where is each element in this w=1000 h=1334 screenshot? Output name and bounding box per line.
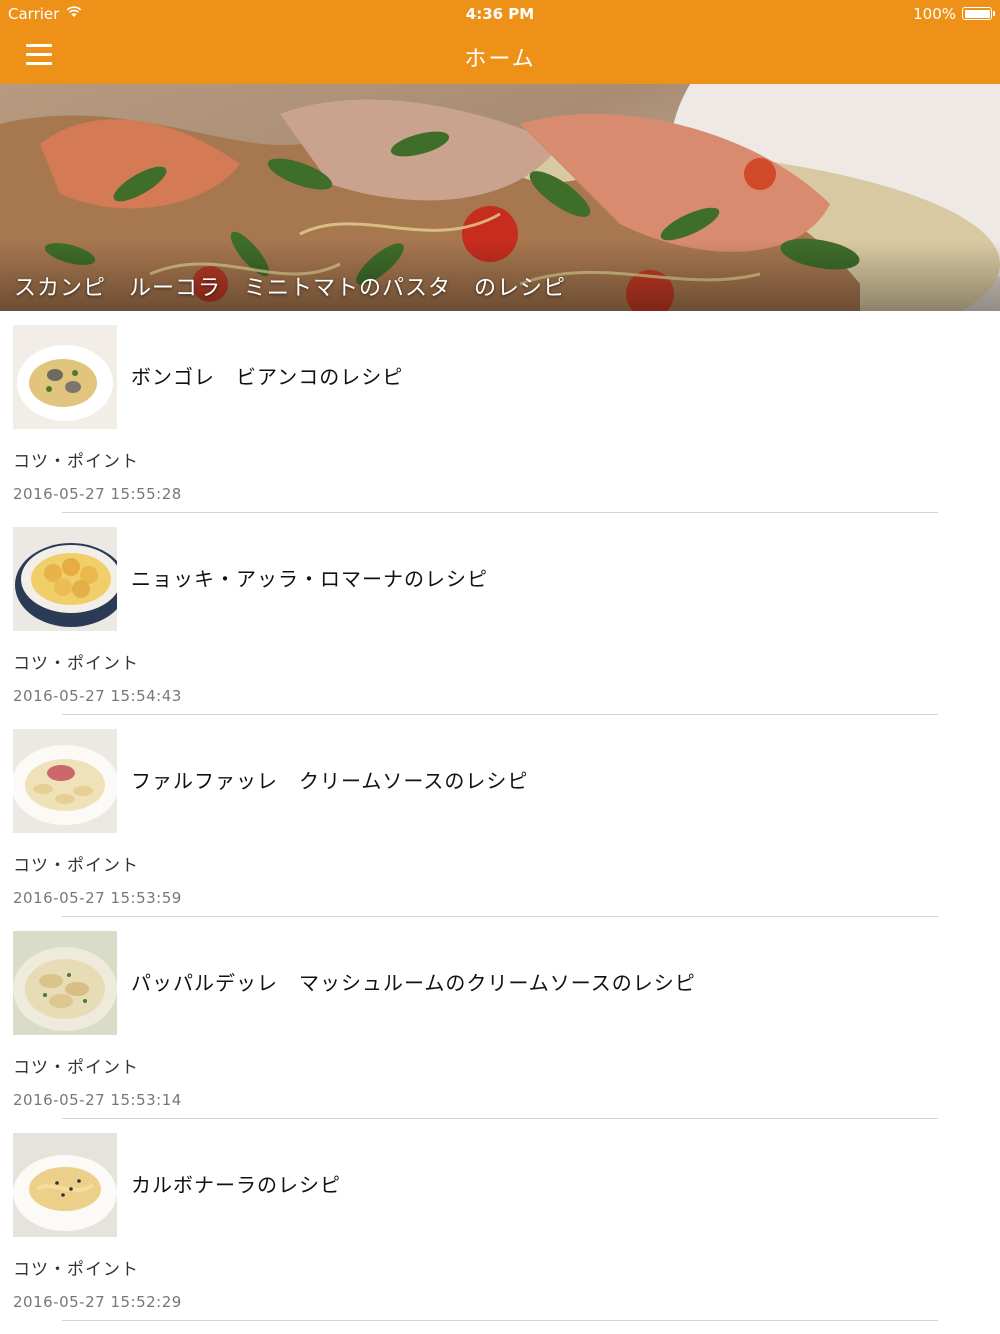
status-bar: Carrier 4:36 PM 100%: [0, 0, 1000, 28]
recipe-date: 2016-05-27 15:52:29: [13, 1293, 182, 1311]
recipe-thumbnail: [13, 325, 117, 429]
recipe-thumbnail: [13, 729, 117, 833]
recipe-title: パッパルデッレ マッシュルームのクリームソースのレシピ: [131, 971, 696, 995]
recipe-tip-label: コツ・ポイント: [13, 1260, 139, 1280]
recipe-list-item[interactable]: ボンゴレ ビアンコのレシピ コツ・ポイント 2016-05-27 15:55:2…: [0, 311, 1000, 513]
navigation-bar: ホーム: [0, 28, 1000, 84]
recipe-list-item[interactable]: パッパルデッレ マッシュルームのクリームソースのレシピ コツ・ポイント 2016…: [0, 917, 1000, 1119]
recipe-list-item[interactable]: ニョッキ・アッラ・ロマーナのレシピ コツ・ポイント 2016-05-27 15:…: [0, 513, 1000, 715]
recipe-thumbnail: [13, 931, 117, 1035]
recipe-tip-label: コツ・ポイント: [13, 1058, 139, 1078]
status-time: 4:36 PM: [465, 5, 535, 23]
featured-recipe-caption: スカンピ ルーコラ ミニトマトのパスタ のレシピ: [14, 276, 567, 301]
recipe-thumbnail: [13, 527, 117, 631]
recipe-title: ボンゴレ ビアンコのレシピ: [131, 365, 404, 389]
battery-icon: [962, 7, 995, 20]
recipe-title: カルボナーラのレシピ: [131, 1173, 341, 1197]
recipe-tip-label: コツ・ポイント: [13, 654, 139, 674]
page-title: ホーム: [464, 47, 536, 72]
recipe-date: 2016-05-27 15:53:14: [13, 1091, 182, 1109]
recipe-list: ボンゴレ ビアンコのレシピ コツ・ポイント 2016-05-27 15:55:2…: [0, 311, 1000, 1321]
battery-percentage: 100%: [913, 5, 956, 23]
recipe-thumbnail: [13, 1133, 117, 1237]
recipe-date: 2016-05-27 15:55:28: [13, 485, 182, 503]
featured-recipe-banner[interactable]: スカンピ ルーコラ ミニトマトのパスタ のレシピ: [0, 84, 1000, 311]
divider: [62, 1320, 938, 1321]
recipe-tip-label: コツ・ポイント: [13, 452, 139, 472]
recipe-date: 2016-05-27 15:53:59: [13, 889, 182, 907]
recipe-list-item[interactable]: ファルファッレ クリームソースのレシピ コツ・ポイント 2016-05-27 1…: [0, 715, 1000, 917]
recipe-title: ファルファッレ クリームソースのレシピ: [131, 769, 529, 793]
recipe-title: ニョッキ・アッラ・ロマーナのレシピ: [131, 567, 488, 591]
recipe-date: 2016-05-27 15:54:43: [13, 687, 182, 705]
recipe-list-item[interactable]: カルボナーラのレシピ コツ・ポイント 2016-05-27 15:52:29: [0, 1119, 1000, 1321]
recipe-tip-label: コツ・ポイント: [13, 856, 139, 876]
